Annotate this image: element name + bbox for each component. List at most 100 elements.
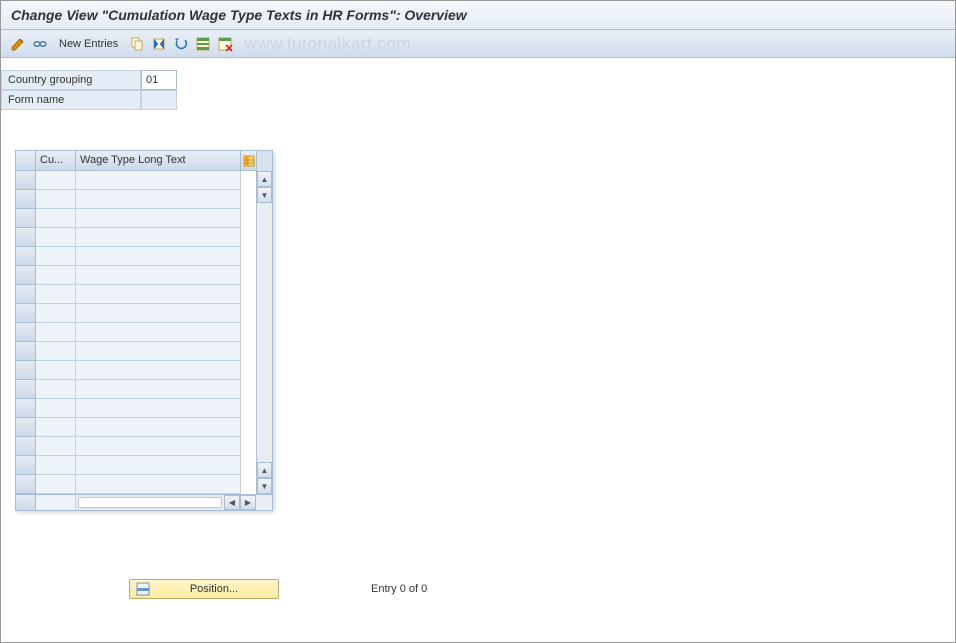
cell-wage-type[interactable] <box>76 380 241 399</box>
scroll-right-button[interactable]: ▶ <box>240 495 256 510</box>
scroll-down-button[interactable]: ▼ <box>257 187 272 203</box>
data-table: Cu... Wage Type Long Text ▲ ▼ ▲ ▼ <box>15 150 273 511</box>
cell-cu[interactable] <box>36 437 76 456</box>
scroll-up-button-2[interactable]: ▲ <box>257 462 272 478</box>
row-selector[interactable] <box>16 418 36 437</box>
table-row[interactable] <box>15 342 256 361</box>
row-selector[interactable] <box>16 437 36 456</box>
row-selector[interactable] <box>16 209 36 228</box>
cell-cu[interactable] <box>36 361 76 380</box>
cell-wage-type[interactable] <box>76 171 241 190</box>
cell-wage-type[interactable] <box>76 456 241 475</box>
row-selector[interactable] <box>16 323 36 342</box>
cell-cu[interactable] <box>36 266 76 285</box>
cell-cu[interactable] <box>36 190 76 209</box>
row-selector[interactable] <box>16 285 36 304</box>
row-selector[interactable] <box>16 190 36 209</box>
column-header-wage-type[interactable]: Wage Type Long Text <box>76 151 241 171</box>
cell-cu[interactable] <box>36 304 76 323</box>
vertical-scrollbar[interactable]: ▲ ▼ ▲ ▼ <box>256 171 272 494</box>
cell-wage-type[interactable] <box>76 285 241 304</box>
cell-cu[interactable] <box>36 247 76 266</box>
cell-cu[interactable] <box>36 380 76 399</box>
form-name-field[interactable] <box>141 90 177 110</box>
table-row[interactable] <box>15 171 256 190</box>
cell-cu[interactable] <box>36 228 76 247</box>
horizontal-scrollbar-row: ◀ ▶ <box>15 494 272 510</box>
table-row[interactable] <box>15 380 256 399</box>
other-view-icon[interactable] <box>31 35 49 53</box>
cell-wage-type[interactable] <box>76 209 241 228</box>
table-row[interactable] <box>15 190 256 209</box>
deselect-all-icon[interactable] <box>216 35 234 53</box>
cell-wage-type[interactable] <box>76 475 241 494</box>
table-row[interactable] <box>15 456 256 475</box>
delete-icon[interactable] <box>150 35 168 53</box>
cell-wage-type[interactable] <box>76 228 241 247</box>
table-row[interactable] <box>15 304 256 323</box>
table-row[interactable] <box>15 285 256 304</box>
row-selector[interactable] <box>16 228 36 247</box>
table-settings-icon[interactable] <box>241 151 257 171</box>
cell-wage-type[interactable] <box>76 304 241 323</box>
undo-change-icon[interactable] <box>172 35 190 53</box>
select-all-column-header[interactable] <box>16 151 36 171</box>
column-header-cu[interactable]: Cu... <box>36 151 76 171</box>
cell-wage-type[interactable] <box>76 247 241 266</box>
row-selector[interactable] <box>16 475 36 494</box>
country-grouping-field[interactable]: 01 <box>141 70 177 90</box>
toggle-display-change-icon[interactable] <box>9 35 27 53</box>
cell-wage-type[interactable] <box>76 418 241 437</box>
table-row[interactable] <box>15 361 256 380</box>
row-selector[interactable] <box>16 399 36 418</box>
table-row[interactable] <box>15 228 256 247</box>
cell-wage-type[interactable] <box>76 266 241 285</box>
cell-wage-type[interactable] <box>76 361 241 380</box>
row-selector[interactable] <box>16 456 36 475</box>
cell-cu[interactable] <box>36 456 76 475</box>
horizontal-scrollbar[interactable]: ◀ ▶ <box>76 494 256 510</box>
scroll-left-button[interactable]: ◀ <box>224 495 240 510</box>
row-selector[interactable] <box>16 266 36 285</box>
hscroll-thumb[interactable] <box>78 497 222 508</box>
row-selector[interactable] <box>16 304 36 323</box>
row-selector[interactable] <box>16 380 36 399</box>
row-selector[interactable] <box>16 247 36 266</box>
table-row[interactable] <box>15 399 256 418</box>
scroll-down-button-2[interactable]: ▼ <box>257 478 272 494</box>
cell-wage-type[interactable] <box>76 399 241 418</box>
new-entries-button[interactable]: New Entries <box>53 38 124 50</box>
select-all-icon[interactable] <box>194 35 212 53</box>
cell-cu[interactable] <box>36 323 76 342</box>
cell-wage-type[interactable] <box>76 190 241 209</box>
country-grouping-row: Country grouping 01 <box>1 70 955 90</box>
row-selector[interactable] <box>16 361 36 380</box>
table-body: ▲ ▼ ▲ ▼ <box>15 171 272 494</box>
table-row[interactable] <box>15 475 256 494</box>
cell-cu[interactable] <box>36 475 76 494</box>
cell-cu[interactable] <box>36 418 76 437</box>
table-rows-container <box>15 171 256 494</box>
table-row[interactable] <box>15 247 256 266</box>
table-row[interactable] <box>15 418 256 437</box>
row-selector[interactable] <box>16 171 36 190</box>
cell-cu[interactable] <box>36 171 76 190</box>
cell-wage-type[interactable] <box>76 323 241 342</box>
table-row[interactable] <box>15 209 256 228</box>
cell-wage-type[interactable] <box>76 437 241 456</box>
cell-cu[interactable] <box>36 209 76 228</box>
table-row[interactable] <box>15 266 256 285</box>
hscroll-corner <box>256 494 272 510</box>
entry-status-text: Entry 0 of 0 <box>371 583 427 595</box>
cell-wage-type[interactable] <box>76 342 241 361</box>
cell-cu[interactable] <box>36 342 76 361</box>
cell-cu[interactable] <box>36 285 76 304</box>
table-row[interactable] <box>15 323 256 342</box>
form-name-label: Form name <box>1 90 141 110</box>
copy-as-icon[interactable] <box>128 35 146 53</box>
table-row[interactable] <box>15 437 256 456</box>
scroll-up-button[interactable]: ▲ <box>257 171 272 187</box>
position-button[interactable]: Position... <box>129 579 279 599</box>
cell-cu[interactable] <box>36 399 76 418</box>
row-selector[interactable] <box>16 342 36 361</box>
